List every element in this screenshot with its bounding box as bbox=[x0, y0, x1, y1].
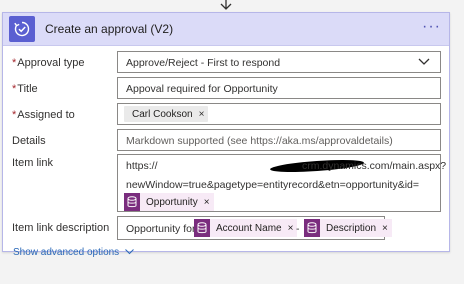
title-input[interactable]: Appoval required for Opportunity bbox=[117, 77, 441, 99]
required-marker: * bbox=[12, 83, 17, 95]
item-link-url-end: crm.dynamics.com/main.aspx? bbox=[302, 160, 447, 172]
required-marker: * bbox=[12, 109, 17, 121]
remove-description-icon[interactable]: × bbox=[382, 223, 388, 234]
details-input[interactable]: Markdown supported (see https://aka.ms/a… bbox=[117, 129, 441, 151]
approval-icon bbox=[9, 16, 35, 42]
required-marker: * bbox=[12, 57, 17, 69]
item-link-url-params: newWindow=true&pagetype=entityrecord&etn… bbox=[126, 179, 420, 191]
dataverse-icon bbox=[124, 193, 140, 211]
item-link-url-start: https:// bbox=[126, 160, 158, 172]
dataverse-icon bbox=[194, 219, 210, 237]
card-header[interactable]: Create an approval (V2) ··· bbox=[3, 13, 449, 46]
approval-action-card: Create an approval (V2) ··· *Approval ty… bbox=[2, 12, 451, 258]
account-name-token-label: Account Name bbox=[216, 222, 282, 234]
remove-assignee-icon[interactable]: × bbox=[199, 109, 205, 120]
remove-account-name-icon[interactable]: × bbox=[288, 223, 294, 234]
more-options-button[interactable]: ··· bbox=[422, 19, 441, 35]
item-link-description-input[interactable]: Opportunity for Account Name × - Descrip… bbox=[117, 216, 392, 240]
show-advanced-options-link[interactable]: Show advanced options bbox=[13, 247, 134, 258]
approval-type-label: *Approval type bbox=[12, 57, 85, 69]
details-placeholder: Markdown supported (see https://aka.ms/a… bbox=[126, 135, 393, 147]
account-name-token[interactable]: Account Name × bbox=[194, 219, 298, 237]
show-advanced-options-label: Show advanced options bbox=[13, 247, 120, 258]
description-separator: - bbox=[296, 223, 300, 235]
approval-type-row: *Approval type Approve/Reject - First to… bbox=[3, 51, 451, 75]
assigned-to-row: *Assigned to Carl Cookson × bbox=[3, 103, 451, 127]
assignee-name: Carl Cookson bbox=[132, 108, 193, 120]
flow-arrow-down-icon bbox=[220, 0, 232, 10]
details-label: Details bbox=[12, 135, 46, 147]
assigned-to-label: *Assigned to bbox=[12, 109, 75, 121]
item-link-row: Item link https:// crm.dynamics.com/main… bbox=[3, 154, 451, 214]
item-link-input[interactable]: https:// crm.dynamics.com/main.aspx? new… bbox=[117, 154, 446, 212]
description-prefix-text: Opportunity for bbox=[126, 223, 196, 235]
approval-type-value: Approve/Reject - First to respond bbox=[126, 57, 281, 69]
chevron-down-icon[interactable] bbox=[418, 58, 430, 66]
item-link-description-label: Item link description bbox=[12, 222, 110, 234]
approval-type-dropdown[interactable]: Approve/Reject - First to respond bbox=[117, 51, 441, 73]
assignee-chip: Carl Cookson × bbox=[124, 106, 209, 122]
title-label: *Title bbox=[12, 83, 38, 95]
title-value: Appoval required for Opportunity bbox=[126, 83, 278, 95]
opportunity-token[interactable]: Opportunity × bbox=[124, 193, 214, 211]
remove-token-icon[interactable]: × bbox=[204, 197, 210, 208]
item-link-label: Item link bbox=[12, 157, 53, 169]
title-row: *Title Appoval required for Opportunity bbox=[3, 77, 451, 101]
item-link-description-row: Item link description Opportunity for Ac… bbox=[3, 216, 451, 240]
opportunity-token-label: Opportunity bbox=[146, 196, 198, 208]
card-title: Create an approval (V2) bbox=[45, 22, 174, 36]
details-row: Details Markdown supported (see https://… bbox=[3, 129, 451, 153]
description-token-label: Description bbox=[326, 222, 377, 234]
chevron-down-icon bbox=[125, 249, 134, 255]
assigned-to-input[interactable]: Carl Cookson × bbox=[117, 103, 441, 125]
dataverse-icon bbox=[304, 219, 320, 237]
description-token[interactable]: Description × bbox=[304, 219, 392, 237]
